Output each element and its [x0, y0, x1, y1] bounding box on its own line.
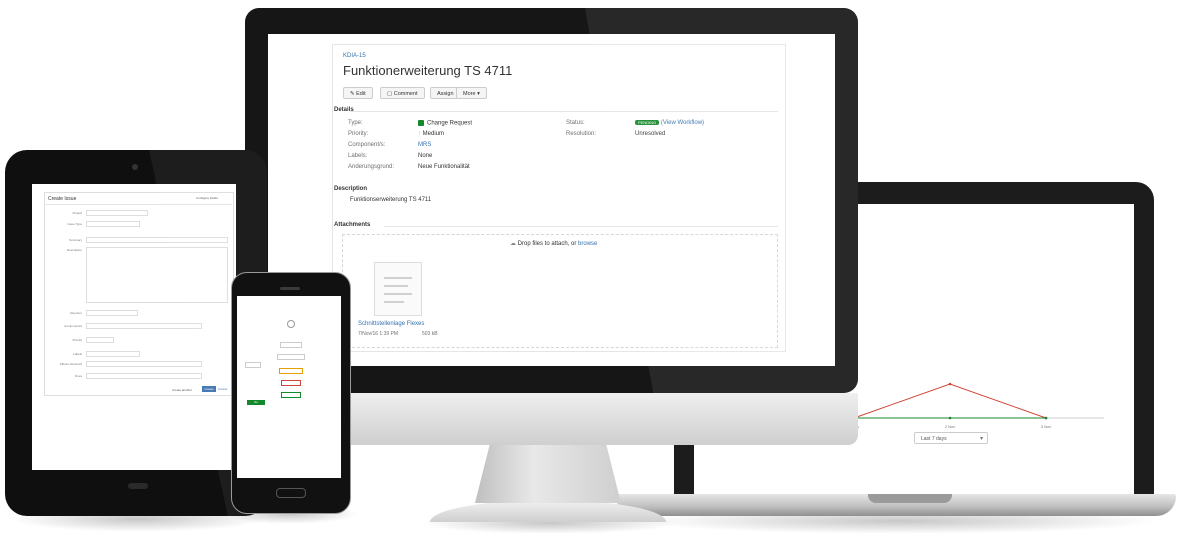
phone-speaker [280, 287, 300, 290]
type-label: Type: [348, 120, 363, 126]
labels-value: None [418, 153, 433, 159]
field-label: Labels [73, 352, 82, 356]
workflow-node [245, 362, 261, 368]
details-heading: Details [334, 107, 354, 113]
priority-select[interactable] [86, 337, 114, 343]
type-value: Change Request [418, 120, 472, 127]
component-value[interactable]: MRS [418, 142, 431, 148]
chevron-down-icon: ▾ [477, 91, 480, 97]
comment-icon: ▢ [387, 91, 393, 97]
x-tick-label: 3 Nov [1041, 424, 1051, 429]
arrow-up-icon: ↑ [418, 131, 421, 137]
affects-version-select[interactable] [86, 361, 202, 367]
browse-link[interactable]: browse [578, 241, 597, 247]
page-title: Funktionerweiterung TS 4711 [343, 63, 513, 78]
go-button[interactable]: Go [247, 400, 265, 405]
phone-home-button[interactable] [276, 488, 306, 498]
series-line-0 [853, 383, 1047, 419]
priority-label: Priority: [348, 131, 369, 137]
start-node-icon [287, 320, 295, 328]
field-label: Project [72, 211, 82, 215]
thumb-line [384, 285, 408, 287]
workflow-node [281, 380, 301, 386]
create-another-checkbox[interactable]: Create another [172, 388, 192, 392]
field-label: Reporter [70, 311, 82, 315]
tablet-home-button[interactable] [128, 483, 148, 489]
priority-value: ↑ Medium [418, 131, 445, 137]
labels-label: Labels: [348, 153, 368, 159]
dialog-title: Create Issue [48, 196, 77, 202]
component-select[interactable] [86, 323, 202, 329]
fixes-input[interactable] [86, 373, 202, 379]
pencil-icon: ✎ [350, 91, 355, 97]
tablet-camera [132, 164, 138, 170]
attachment-size: 503 kB [422, 331, 438, 337]
date-range-select[interactable]: Last 7 days ▾ [914, 432, 988, 444]
field-label: Description [66, 248, 82, 252]
phone-screen: Go [237, 296, 341, 478]
field-label: Issue Type [67, 222, 82, 226]
workflow-node [281, 392, 301, 398]
workflow-node [280, 342, 302, 348]
laptop-notch [868, 494, 952, 503]
thumb-line [384, 277, 412, 279]
field-label: Affects Version/s [59, 362, 82, 366]
issue-type-select[interactable] [86, 221, 140, 227]
more-button[interactable]: More ▾ [456, 87, 487, 99]
edit-button[interactable]: ✎ Edit [343, 87, 373, 99]
resolution-label: Resolution: [566, 131, 597, 137]
workflow-node [277, 354, 305, 360]
reporter-input[interactable] [86, 310, 138, 316]
field-label: Summary [69, 238, 82, 242]
field-label: Fixes [74, 374, 82, 378]
monitor-neck [475, 445, 621, 503]
reason-label: Anderungsgrund: [348, 164, 395, 170]
attachments-heading: Attachments [334, 222, 371, 228]
data-point[interactable] [948, 382, 952, 386]
data-point[interactable] [948, 416, 952, 420]
x-tick-label: 2 Nov [945, 424, 955, 429]
reason-value: Neue Funktionalität [418, 164, 470, 170]
description-heading: Description [334, 186, 368, 192]
attachment-date: 7/Nov/16 1:39 PM [358, 331, 399, 337]
thumb-line [384, 301, 404, 303]
workflow-node [279, 368, 303, 374]
drop-hint: ☁ Drop files to attach, or browse [510, 241, 598, 247]
status-label: Status: [566, 120, 585, 126]
field-label: Component/s [64, 324, 82, 328]
description-text: Funktionserweiterung TS 4711 [350, 197, 432, 203]
change-request-icon [418, 120, 424, 126]
chevron-down-icon: ▾ [979, 436, 983, 442]
attachment-name-link[interactable]: Schnittstellenlage Flexes [358, 321, 424, 327]
component-label: Component/s: [348, 142, 386, 148]
comment-button[interactable]: ▢ Comment [380, 87, 425, 99]
upload-cloud-icon: ☁ [510, 241, 516, 247]
labels-input[interactable] [86, 351, 140, 357]
field-label: Priority [72, 338, 82, 342]
data-point[interactable] [1044, 416, 1048, 420]
attachment-thumbnail[interactable] [374, 262, 422, 316]
project-select[interactable] [86, 210, 148, 216]
issue-key-link[interactable]: KDIA-15 [343, 53, 366, 59]
thumb-line [384, 293, 412, 295]
